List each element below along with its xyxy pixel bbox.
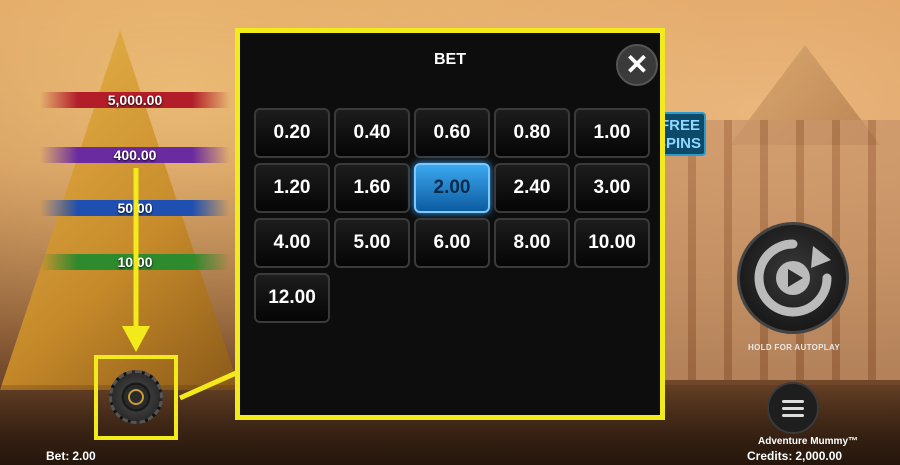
menu-button[interactable] xyxy=(767,382,819,434)
bet-chip-icon xyxy=(128,389,144,405)
bet-chip-button[interactable] xyxy=(109,370,163,424)
prize-level-1: 5,000.00 xyxy=(40,92,230,108)
spin-button[interactable] xyxy=(737,222,849,334)
bet-option[interactable]: 4.00 xyxy=(254,218,330,268)
bet-options-grid: 0.20 0.40 0.60 0.80 1.00 1.20 1.60 2.00 … xyxy=(254,108,650,323)
bet-option-selected[interactable]: 2.00 xyxy=(414,163,490,213)
spin-autoplay-icon xyxy=(754,239,832,317)
game-title: Adventure Mummy™ xyxy=(758,436,859,447)
credits-label: Credits: xyxy=(747,449,793,463)
bet-option[interactable]: 5.00 xyxy=(334,218,410,268)
hamburger-menu-icon xyxy=(782,398,804,419)
credits-display: Credits: 2,000.00 xyxy=(747,449,842,463)
bet-option[interactable]: 3.00 xyxy=(574,163,650,213)
credits-value: 2,000.00 xyxy=(795,449,843,463)
bet-option[interactable]: 0.80 xyxy=(494,108,570,158)
prize-level-3: 50.00 xyxy=(40,200,230,216)
bet-label: Bet: xyxy=(46,449,70,463)
bet-option[interactable]: 0.60 xyxy=(414,108,490,158)
bet-panel-title: BET xyxy=(434,51,466,68)
bet-option[interactable]: 6.00 xyxy=(414,218,490,268)
bet-option[interactable]: 1.00 xyxy=(574,108,650,158)
bet-option[interactable]: 12.00 xyxy=(254,273,330,323)
close-button[interactable]: ✕ xyxy=(616,44,658,86)
bet-option[interactable]: 1.60 xyxy=(334,163,410,213)
bet-option[interactable]: 8.00 xyxy=(494,218,570,268)
bet-option[interactable]: 10.00 xyxy=(574,218,650,268)
prize-level-4: 10.00 xyxy=(40,254,230,270)
bet-option[interactable]: 0.40 xyxy=(334,108,410,158)
bet-option[interactable]: 0.20 xyxy=(254,108,330,158)
bet-display: Bet: 2.00 xyxy=(46,449,96,463)
bet-option[interactable]: 2.40 xyxy=(494,163,570,213)
autoplay-hint: HOLD FOR AUTOPLAY xyxy=(748,343,840,352)
close-icon: ✕ xyxy=(625,49,649,80)
bet-panel: BET ✕ 0.20 0.40 0.60 0.80 1.00 1.20 1.60… xyxy=(235,28,665,420)
bet-option[interactable]: 1.20 xyxy=(254,163,330,213)
bet-value: 2.00 xyxy=(72,449,96,463)
prize-level-2: 400.00 xyxy=(40,147,230,163)
